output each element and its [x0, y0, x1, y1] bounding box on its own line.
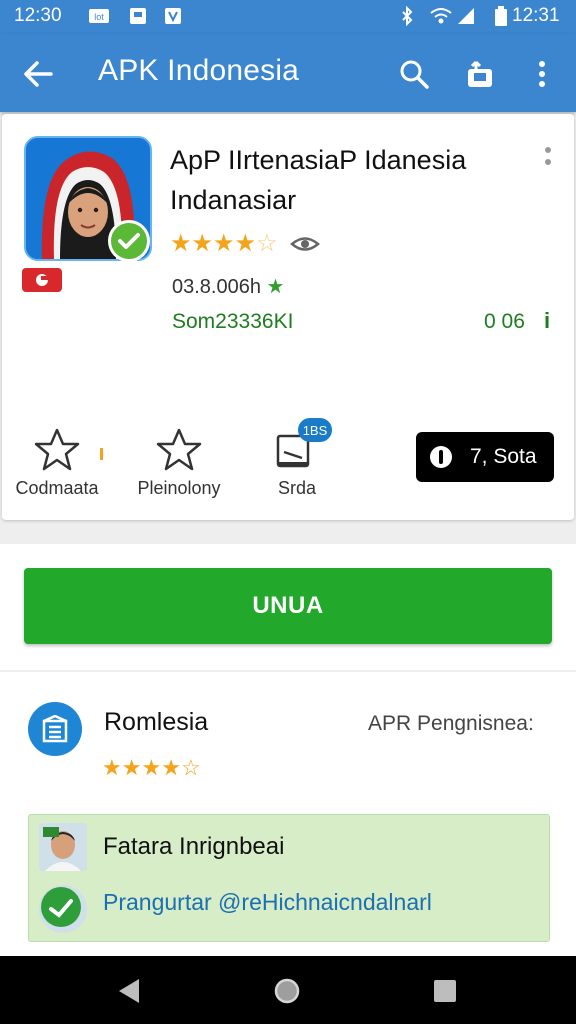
chat-avatar: [39, 885, 87, 933]
back-arrow-icon: [24, 61, 53, 87]
signal-icon: [456, 6, 476, 26]
triangle-back-icon: [119, 979, 139, 1003]
app-name: ApP IIrtenasiaP Idanesia Indanasiar: [170, 140, 520, 220]
app-bar: APK Indonesia: [0, 34, 576, 112]
star-icon: ★: [213, 230, 235, 257]
developer-icon[interactable]: [28, 702, 82, 756]
person-avatar-icon: [39, 823, 87, 871]
app-version: 03.8.006h ★: [172, 274, 284, 299]
star-icon: ★: [141, 755, 162, 780]
avatar: [39, 823, 87, 871]
half-star-icon: ☆: [256, 230, 278, 257]
back-button[interactable]: [16, 52, 60, 96]
star-icon: ★: [121, 755, 142, 780]
system-nav-bar: [0, 956, 576, 1024]
info-dot-icon: [430, 446, 452, 468]
action-label: Pleinolony: [137, 478, 221, 498]
status-time-left: 12:30: [14, 5, 62, 26]
verified-check-icon: [108, 220, 150, 262]
action-badge: 1BS: [298, 418, 332, 442]
share-button[interactable]: [458, 52, 502, 96]
shield-icon: [162, 6, 184, 26]
star-outline-icon: [34, 428, 80, 471]
accent-mark: [100, 448, 103, 460]
install-section: UNUA: [0, 544, 576, 670]
developer-name: Romlesia: [104, 708, 209, 736]
lock-tag-icon: lot: [88, 6, 110, 26]
eye-icon: [289, 237, 320, 251]
wifi-icon: [428, 6, 454, 26]
app-rating: ★ ★ ★ ★ ☆: [170, 232, 320, 256]
square-recents-icon: [434, 980, 456, 1002]
feature-link[interactable]: Prangurtar @reHichnaicndalnarl: [103, 889, 432, 916]
nav-recents-button[interactable]: [430, 976, 460, 1006]
share-bag-icon: [468, 60, 492, 87]
action-label: Codmaata: [15, 478, 99, 498]
svg-text:lot: lot: [94, 12, 104, 22]
feature-title: Fatara Inrignbeai: [103, 833, 285, 860]
developer-section: Romlesia APR Pengnisnea: ★ ★ ★ ★ ☆ Fatar…: [0, 672, 576, 956]
chat-bubble-icon: [39, 885, 87, 933]
star-icon: ★: [170, 230, 192, 257]
app-size: Som23336KI: [172, 310, 294, 333]
empty-star-icon: ☆: [180, 755, 201, 780]
action-label: Srda: [277, 478, 317, 498]
app-count: 0 06: [484, 310, 525, 333]
more-vert-icon: [539, 61, 545, 87]
app-name-line1: ApP IIrtenasiaP Idanesia: [170, 145, 467, 175]
feature-box[interactable]: Fatara Inrignbeai Prangurtar @reHichnaic…: [28, 814, 550, 942]
rating-chip[interactable]: 7, Sota: [416, 432, 554, 482]
bluetooth-icon: [398, 6, 416, 26]
image-icon: [128, 6, 148, 26]
search-icon: [400, 60, 429, 89]
store-list-icon: [42, 715, 68, 743]
app-version-text: 03.8.006h: [172, 276, 261, 298]
circle-home-icon: [274, 978, 300, 1004]
chip-label: 7, Sota: [470, 445, 537, 468]
nav-home-button[interactable]: [272, 976, 302, 1006]
info-icon[interactable]: i: [544, 308, 550, 334]
app-name-line2: Indanasiar: [170, 185, 297, 215]
green-star-icon: ★: [266, 276, 285, 298]
page-title: APK Indonesia: [98, 54, 300, 87]
status-bar: 12:30 lot 12:31: [0, 0, 576, 34]
status-time-right: 12:31: [512, 5, 560, 26]
more-vert-icon: [545, 147, 551, 165]
more-options-button[interactable]: [520, 52, 564, 96]
app-more-button[interactable]: [538, 144, 558, 174]
star-outline-icon: [156, 428, 202, 471]
star-icon: ★: [102, 755, 122, 780]
app-info-card: ApP IIrtenasiaP Idanesia Indanasiar ★ ★ …: [2, 114, 574, 520]
developer-publisher[interactable]: APR Pengnisnea:: [368, 712, 534, 736]
star-icon: ★: [191, 230, 214, 257]
battery-icon: [494, 6, 508, 26]
install-button[interactable]: UNUA: [24, 568, 552, 644]
star-icon: ★: [234, 230, 257, 257]
nav-back-button[interactable]: [114, 976, 144, 1006]
developer-rating: ★ ★ ★ ★ ☆: [102, 756, 201, 780]
star-icon: ★: [161, 755, 181, 780]
video-badge-icon: [22, 268, 62, 292]
search-button[interactable]: [392, 52, 436, 96]
